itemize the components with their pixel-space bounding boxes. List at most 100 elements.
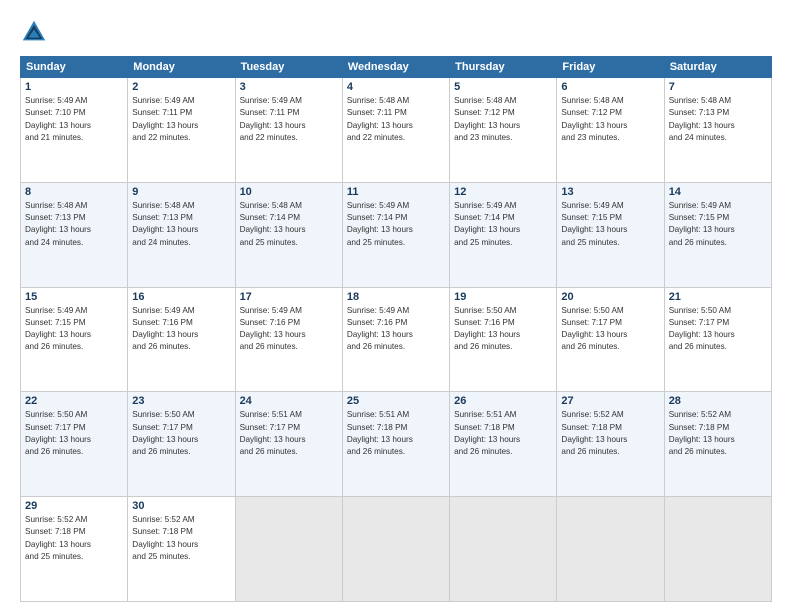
day-cell: 5 Sunrise: 5:48 AMSunset: 7:12 PMDaylight… [450,78,557,183]
day-cell: 4 Sunrise: 5:48 AMSunset: 7:11 PMDaylight… [342,78,449,183]
col-monday: Monday [128,57,235,78]
day-info: Sunrise: 5:48 AMSunset: 7:11 PMDaylight:… [347,95,445,144]
col-wednesday: Wednesday [342,57,449,78]
day-number: 2 [132,81,230,93]
day-info: Sunrise: 5:49 AMSunset: 7:11 PMDaylight:… [240,95,338,144]
day-cell: 20 Sunrise: 5:50 AMSunset: 7:17 PMDayligh… [557,287,664,392]
day-info: Sunrise: 5:52 AMSunset: 7:18 PMDaylight:… [669,409,767,458]
col-thursday: Thursday [450,57,557,78]
day-cell: 28 Sunrise: 5:52 AMSunset: 7:18 PMDayligh… [664,392,771,497]
day-number: 5 [454,81,552,93]
day-info: Sunrise: 5:49 AMSunset: 7:10 PMDaylight:… [25,95,123,144]
day-number: 8 [25,186,123,198]
header [20,18,772,46]
day-info: Sunrise: 5:51 AMSunset: 7:17 PMDaylight:… [240,409,338,458]
day-cell: 11 Sunrise: 5:49 AMSunset: 7:14 PMDayligh… [342,182,449,287]
day-cell: 2Sunrise: 5:49 AMSunset: 7:11 PMDaylight… [128,78,235,183]
day-info: Sunrise: 5:49 AMSunset: 7:15 PMDaylight:… [669,200,767,249]
day-info: Sunrise: 5:48 AMSunset: 7:12 PMDaylight:… [561,95,659,144]
day-number: 12 [454,186,552,198]
day-cell [450,497,557,602]
day-number: 30 [132,500,230,512]
day-info: Sunrise: 5:52 AMSunset: 7:18 PMDaylight:… [25,514,123,563]
day-info: Sunrise: 5:49 AMSunset: 7:14 PMDaylight:… [347,200,445,249]
day-number: 1 [25,81,123,93]
day-number: 19 [454,291,552,303]
day-cell: 23Sunrise: 5:50 AMSunset: 7:17 PMDayligh… [128,392,235,497]
col-saturday: Saturday [664,57,771,78]
day-number: 26 [454,395,552,407]
day-number: 29 [25,500,123,512]
logo [20,18,52,46]
day-cell [557,497,664,602]
day-cell: 6 Sunrise: 5:48 AMSunset: 7:12 PMDaylight… [557,78,664,183]
day-number: 25 [347,395,445,407]
day-info: Sunrise: 5:51 AMSunset: 7:18 PMDaylight:… [454,409,552,458]
day-info: Sunrise: 5:48 AMSunset: 7:12 PMDaylight:… [454,95,552,144]
day-info: Sunrise: 5:51 AMSunset: 7:18 PMDaylight:… [347,409,445,458]
day-cell: 8 Sunrise: 5:48 AMSunset: 7:13 PMDaylight… [21,182,128,287]
day-info: Sunrise: 5:48 AMSunset: 7:13 PMDaylight:… [25,200,123,249]
week-row-1: 1 Sunrise: 5:49 AMSunset: 7:10 PMDaylight… [21,78,772,183]
day-number: 11 [347,186,445,198]
day-info: Sunrise: 5:52 AMSunset: 7:18 PMDaylight:… [132,514,230,563]
day-cell: 7Sunrise: 5:48 AMSunset: 7:13 PMDaylight… [664,78,771,183]
day-info: Sunrise: 5:49 AMSunset: 7:16 PMDaylight:… [132,305,230,354]
week-row-2: 8 Sunrise: 5:48 AMSunset: 7:13 PMDaylight… [21,182,772,287]
day-cell: 26 Sunrise: 5:51 AMSunset: 7:18 PMDayligh… [450,392,557,497]
day-cell: 15Sunrise: 5:49 AMSunset: 7:15 PMDayligh… [21,287,128,392]
day-info: Sunrise: 5:50 AMSunset: 7:17 PMDaylight:… [25,409,123,458]
day-cell: 24 Sunrise: 5:51 AMSunset: 7:17 PMDayligh… [235,392,342,497]
col-friday: Friday [557,57,664,78]
day-number: 28 [669,395,767,407]
day-info: Sunrise: 5:49 AMSunset: 7:15 PMDaylight:… [25,305,123,354]
logo-icon [20,18,48,46]
day-number: 27 [561,395,659,407]
day-info: Sunrise: 5:48 AMSunset: 7:13 PMDaylight:… [132,200,230,249]
day-cell: 29 Sunrise: 5:52 AMSunset: 7:18 PMDayligh… [21,497,128,602]
day-number: 3 [240,81,338,93]
day-number: 10 [240,186,338,198]
day-cell: 16 Sunrise: 5:49 AMSunset: 7:16 PMDayligh… [128,287,235,392]
day-number: 18 [347,291,445,303]
day-number: 16 [132,291,230,303]
day-number: 9 [132,186,230,198]
week-row-4: 22 Sunrise: 5:50 AMSunset: 7:17 PMDayligh… [21,392,772,497]
day-cell: 9 Sunrise: 5:48 AMSunset: 7:13 PMDaylight… [128,182,235,287]
col-sunday: Sunday [21,57,128,78]
week-row-5: 29 Sunrise: 5:52 AMSunset: 7:18 PMDayligh… [21,497,772,602]
day-cell: 17 Sunrise: 5:49 AMSunset: 7:16 PMDayligh… [235,287,342,392]
day-number: 4 [347,81,445,93]
day-number: 14 [669,186,767,198]
day-cell: 30 Sunrise: 5:52 AMSunset: 7:18 PMDayligh… [128,497,235,602]
day-cell: 12 Sunrise: 5:49 AMSunset: 7:14 PMDayligh… [450,182,557,287]
page: Sunday Monday Tuesday Wednesday Thursday… [0,0,792,612]
calendar-table: Sunday Monday Tuesday Wednesday Thursday… [20,56,772,602]
day-info: Sunrise: 5:49 AMSunset: 7:16 PMDaylight:… [347,305,445,354]
day-number: 17 [240,291,338,303]
day-cell: 1 Sunrise: 5:49 AMSunset: 7:10 PMDaylight… [21,78,128,183]
day-cell [342,497,449,602]
day-info: Sunrise: 5:48 AMSunset: 7:13 PMDaylight:… [669,95,767,144]
day-info: Sunrise: 5:49 AMSunset: 7:16 PMDaylight:… [240,305,338,354]
day-cell: 19Sunrise: 5:50 AMSunset: 7:16 PMDayligh… [450,287,557,392]
col-tuesday: Tuesday [235,57,342,78]
week-row-3: 15Sunrise: 5:49 AMSunset: 7:15 PMDayligh… [21,287,772,392]
day-cell [235,497,342,602]
day-cell: 18 Sunrise: 5:49 AMSunset: 7:16 PMDayligh… [342,287,449,392]
day-number: 22 [25,395,123,407]
day-number: 6 [561,81,659,93]
day-info: Sunrise: 5:49 AMSunset: 7:14 PMDaylight:… [454,200,552,249]
day-cell: 13Sunrise: 5:49 AMSunset: 7:15 PMDayligh… [557,182,664,287]
day-number: 20 [561,291,659,303]
day-number: 24 [240,395,338,407]
day-number: 13 [561,186,659,198]
day-number: 23 [132,395,230,407]
day-info: Sunrise: 5:52 AMSunset: 7:18 PMDaylight:… [561,409,659,458]
day-info: Sunrise: 5:50 AMSunset: 7:17 PMDaylight:… [669,305,767,354]
day-cell: 27 Sunrise: 5:52 AMSunset: 7:18 PMDayligh… [557,392,664,497]
day-info: Sunrise: 5:50 AMSunset: 7:17 PMDaylight:… [561,305,659,354]
day-cell: 14 Sunrise: 5:49 AMSunset: 7:15 PMDayligh… [664,182,771,287]
day-cell: 25 Sunrise: 5:51 AMSunset: 7:18 PMDayligh… [342,392,449,497]
day-info: Sunrise: 5:48 AMSunset: 7:14 PMDaylight:… [240,200,338,249]
